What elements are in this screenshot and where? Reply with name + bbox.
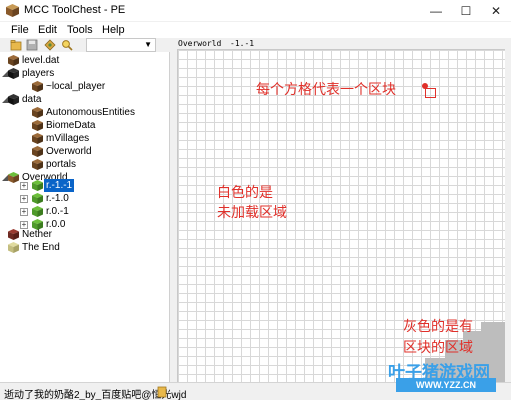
file-icon [32,159,43,170]
file-icon [32,133,43,144]
folder-icon [8,68,19,79]
file-icon [32,120,43,131]
menu-tools[interactable]: Tools [67,24,93,36]
region-coords: -1.-1 [230,39,255,48]
app-icon [6,4,19,17]
annotation-white-1: 白色的是 [217,185,273,201]
dimension-label: Overworld [178,39,222,48]
player-file-icon [32,81,43,92]
dimension-dropdown[interactable]: ▼ [86,38,156,52]
watermark: 叶子猪游戏网 WWW.YZZ.CN [388,358,508,398]
title-bar: MCC ToolChest - PE — ☐ ✕ [0,0,511,22]
window-title: MCC ToolChest - PE [24,4,126,16]
expand-icon[interactable]: + [20,208,28,216]
file-icon [32,107,43,118]
close-button[interactable]: ✕ [481,0,511,22]
toolbar: ▼ [0,38,170,52]
maximize-button[interactable]: ☐ [451,0,481,22]
file-tree: level.dat ◢ players ~local_player ◢ data… [0,52,170,382]
map-header: Overworld -1.-1 [170,38,511,49]
endstone-icon [8,242,19,253]
menu-bar: File Edit Tools Help [0,22,511,38]
grass-block-icon [32,180,43,191]
chevron-down-icon: ▼ [144,40,152,49]
search-icon[interactable] [61,39,73,51]
folder-icon [8,94,19,105]
menu-help[interactable]: Help [102,24,125,36]
menu-file[interactable]: File [11,24,29,36]
annotation-gray-2: 区块的区域 [403,340,473,356]
book-icon [157,386,167,398]
menu-edit[interactable]: Edit [38,24,57,36]
expand-icon[interactable]: + [20,195,28,203]
open-folder-icon[interactable] [10,39,22,51]
annotation-square [425,88,436,98]
annotation-white-2: 未加载区域 [217,205,287,221]
file-icon [32,146,43,157]
expand-icon[interactable]: + [20,182,28,190]
netherrack-icon [8,229,19,240]
annotation-grid: 每个方格代表一个区块 [256,82,396,98]
watermark-url: WWW.YZZ.CN [396,378,496,392]
file-icon [8,55,19,66]
minimize-button[interactable]: — [421,0,451,22]
annotation-gray-1: 灰色的是有 [403,319,473,335]
edit-icon[interactable] [44,39,56,51]
grass-block-icon [32,193,43,204]
save-icon[interactable] [26,39,38,51]
grass-block-icon [32,206,43,217]
grass-block-icon [8,172,19,183]
